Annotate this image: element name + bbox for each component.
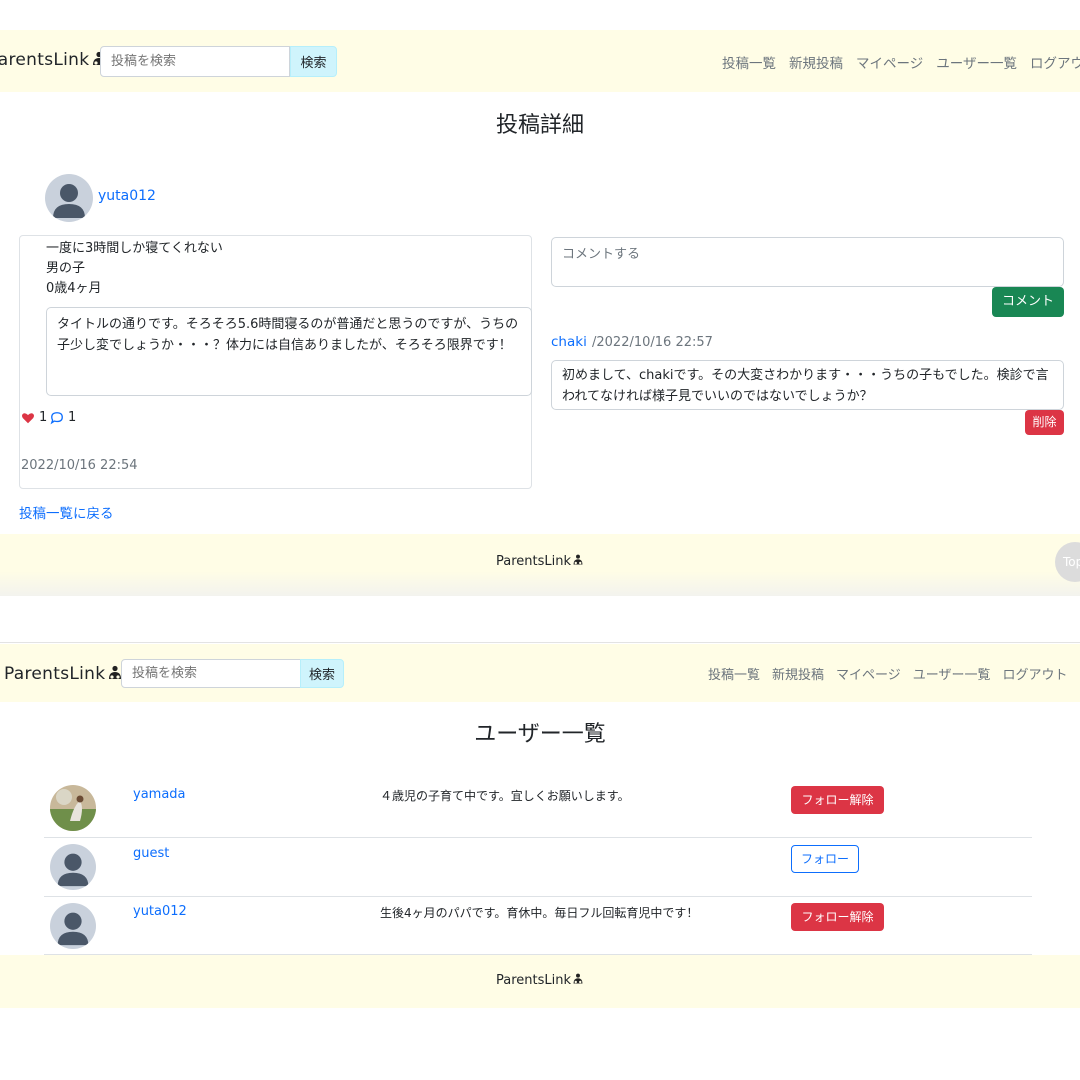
comment-body: 初めまして、chakiです。その大変さわかります・・・うちの子もでした。検診で言…: [551, 360, 1064, 410]
unfollow-button[interactable]: フォロー解除: [791, 903, 884, 931]
nav-posts[interactable]: 投稿一覧: [722, 52, 776, 72]
row-divider: [44, 896, 1032, 897]
follow-button[interactable]: フォロー: [791, 845, 859, 873]
nav-new-post-2[interactable]: 新規投稿: [772, 664, 824, 683]
user-bio: 生後4ヶ月のパパです。育休中。毎日フル回転育児中です！: [380, 906, 699, 920]
post-title-line-2: 男の子: [46, 261, 86, 276]
footer-brand: ParentsLink: [0, 554, 1080, 569]
footer-2: ParentsLink: [0, 955, 1080, 1008]
post-author-link[interactable]: yuta012: [98, 188, 156, 204]
post-card: 一度に3時間しか寝てくれない 男の子 0歳4ヶ月 タイトルの通りです。そろそろ5…: [19, 235, 532, 489]
comment-count: 1: [68, 410, 77, 425]
search-button-2[interactable]: 検索: [300, 659, 344, 688]
user-avatar-photo[interactable]: [50, 785, 96, 831]
row-divider: [44, 837, 1032, 838]
footer-brand-2: ParentsLink: [0, 973, 1080, 988]
post-timestamp: 2022/10/16 22:54: [21, 458, 138, 473]
nav-users-2[interactable]: ユーザー一覧: [913, 664, 991, 683]
scroll-top-button[interactable]: Top: [1055, 542, 1080, 582]
user-name-link[interactable]: yamada: [133, 787, 186, 802]
nav-users[interactable]: ユーザー一覧: [936, 52, 1017, 72]
navbar: ParentsLink 検索 投稿一覧 新規投稿 マイページ ユーザー一覧 ログ…: [0, 30, 1080, 92]
user-name-link[interactable]: guest: [133, 846, 169, 861]
nav-mypage[interactable]: マイページ: [856, 52, 923, 72]
navbar-2: ParentsLink 検索 投稿一覧 新規投稿 マイページ ユーザー一覧 ログ…: [0, 644, 1080, 702]
user-avatar-default[interactable]: [50, 844, 96, 890]
footer-brand-name: ParentsLink: [495, 554, 571, 569]
nav-logout[interactable]: ログアウト: [1030, 52, 1080, 72]
like-count: 1: [39, 410, 48, 425]
baby-icon: [573, 973, 583, 984]
search-button[interactable]: 検索: [290, 46, 337, 77]
user-bio: ４歳児の子育て中です。宜しくお願いします。: [380, 789, 630, 803]
nav-links-2: 投稿一覧 新規投稿 マイページ ユーザー一覧 ログアウト: [708, 664, 1068, 683]
back-to-posts-link[interactable]: 投稿一覧に戻る: [19, 502, 114, 522]
unfollow-button[interactable]: フォロー解除: [791, 786, 884, 814]
comment-date: /2022/10/16 22:57: [592, 335, 713, 350]
post-title-line-3: 0歳4ヶ月: [46, 281, 102, 296]
post-body: タイトルの通りです。そろそろ5.6時間寝るのが普通だと思うのですが、うちの子少し…: [46, 307, 532, 396]
footer: ParentsLink Top: [0, 534, 1080, 596]
footer-brand-name-2: ParentsLink: [495, 973, 571, 988]
post-title-line-1: 一度に3時間しか寝てくれない: [46, 241, 223, 256]
user-name-link[interactable]: yuta012: [133, 904, 187, 919]
comment-input[interactable]: コメントする: [551, 237, 1064, 287]
page-title: 投稿詳細: [495, 113, 584, 138]
search-input-2[interactable]: [121, 659, 301, 688]
search-input[interactable]: [100, 46, 290, 77]
brand-logo[interactable]: ParentsLink: [0, 50, 107, 70]
brand-logo-2[interactable]: ParentsLink: [4, 664, 123, 684]
comment-delete-button[interactable]: 削除: [1025, 410, 1064, 435]
users-page-title: ユーザー一覧: [474, 722, 606, 747]
heart-icon[interactable]: [21, 411, 35, 425]
nav-logout-2[interactable]: ログアウト: [1003, 664, 1068, 683]
screens-divider: [0, 596, 1080, 643]
baby-icon: [573, 554, 583, 565]
scroll-top-label: Top: [1063, 555, 1080, 569]
brand-name-2: ParentsLink: [4, 664, 106, 684]
brand-name: ParentsLink: [0, 50, 90, 70]
comment-icon[interactable]: [50, 411, 64, 425]
user-avatar-default[interactable]: [50, 903, 96, 949]
nav-new-post[interactable]: 新規投稿: [789, 52, 843, 72]
nav-links: 投稿一覧 新規投稿 マイページ ユーザー一覧 ログアウト: [722, 52, 1080, 72]
comment-submit-button[interactable]: コメント: [992, 287, 1064, 317]
comment-author-link[interactable]: chaki: [551, 334, 587, 350]
nav-mypage-2[interactable]: マイページ: [836, 664, 901, 683]
author-avatar[interactable]: [45, 174, 93, 222]
nav-posts-2[interactable]: 投稿一覧: [708, 664, 760, 683]
